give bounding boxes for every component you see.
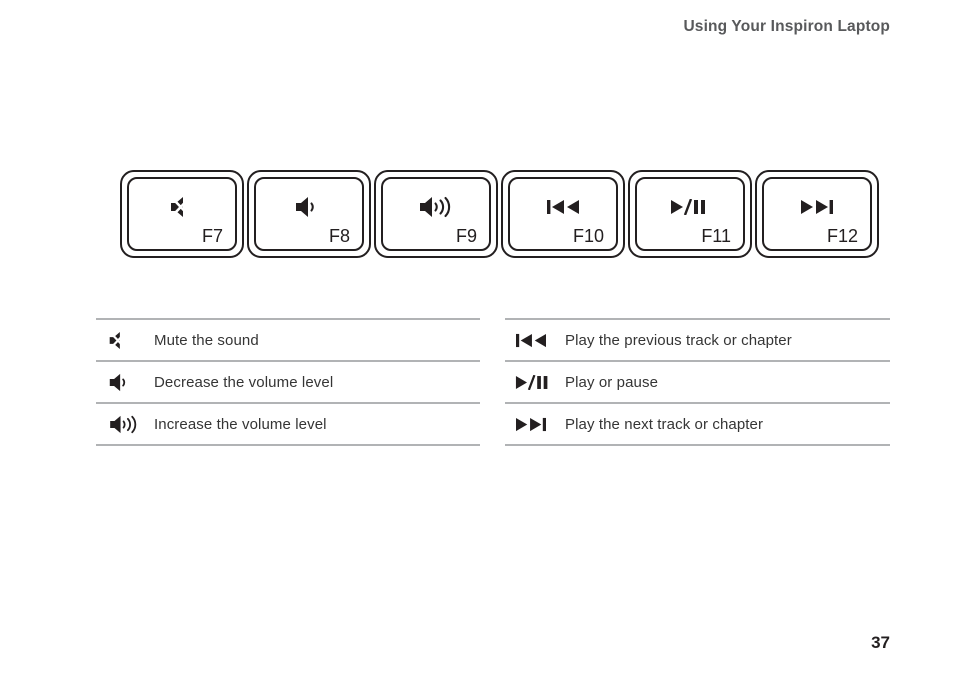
legend-right-bottom-rule	[505, 444, 890, 446]
key-f11-label: F11	[701, 226, 731, 246]
legend-row-mute: Mute the sound	[96, 318, 480, 360]
function-key-row: F7 F8 F9 F10 F11 F12	[120, 170, 879, 258]
volume-up-icon	[383, 192, 489, 222]
play-pause-icon	[505, 374, 565, 390]
volume-down-icon	[96, 373, 154, 392]
legend-text-next-track: Play the next track or chapter	[565, 415, 764, 433]
legend-row-previous-track: Play the previous track or chapter	[505, 318, 890, 360]
legend-text-play-pause: Play or pause	[565, 373, 659, 391]
previous-track-icon	[505, 333, 565, 348]
previous-track-icon	[510, 192, 616, 222]
key-f12-label: F12	[826, 226, 858, 246]
key-f10-label: F10	[572, 226, 604, 246]
mute-icon	[129, 192, 235, 222]
volume-down-icon	[256, 192, 362, 222]
key-f9-label: F9	[455, 226, 477, 246]
key-f9-face: F9	[381, 177, 491, 251]
key-f8[interactable]: F8	[247, 170, 371, 258]
legend-left-bottom-rule	[96, 444, 480, 446]
key-f12[interactable]: F12	[755, 170, 879, 258]
legend-table-volume: Mute the sound Decrease the volume level…	[96, 318, 480, 446]
legend-row-volume-down: Decrease the volume level	[96, 360, 480, 402]
legend-text-volume-up: Increase the volume level	[154, 415, 327, 433]
legend-row-next-track: Play the next track or chapter	[505, 402, 890, 444]
key-f7[interactable]: F7	[120, 170, 244, 258]
key-f10[interactable]: F10	[501, 170, 625, 258]
key-f8-face: F8	[254, 177, 364, 251]
legend-row-play-pause: Play or pause	[505, 360, 890, 402]
legend-table-media: Play the previous track or chapter Play …	[505, 318, 890, 446]
next-track-icon	[764, 192, 870, 222]
key-f7-label: F7	[201, 226, 223, 246]
legend-row-volume-up: Increase the volume level	[96, 402, 480, 444]
play-pause-icon	[637, 192, 743, 222]
key-f11[interactable]: F11	[628, 170, 752, 258]
volume-up-icon	[96, 415, 154, 434]
legend-text-previous-track: Play the previous track or chapter	[565, 331, 792, 349]
mute-icon	[96, 331, 154, 350]
page-number: 37	[871, 633, 890, 652]
key-f9[interactable]: F9	[374, 170, 498, 258]
page-title: Using Your Inspiron Laptop	[683, 18, 890, 35]
next-track-icon	[505, 417, 565, 432]
legend-text-mute: Mute the sound	[154, 331, 259, 349]
key-f10-face: F10	[508, 177, 618, 251]
key-f7-face: F7	[127, 177, 237, 251]
key-f8-label: F8	[328, 226, 350, 246]
legend-text-volume-down: Decrease the volume level	[154, 373, 334, 391]
key-f11-face: F11	[635, 177, 745, 251]
key-f12-face: F12	[762, 177, 872, 251]
